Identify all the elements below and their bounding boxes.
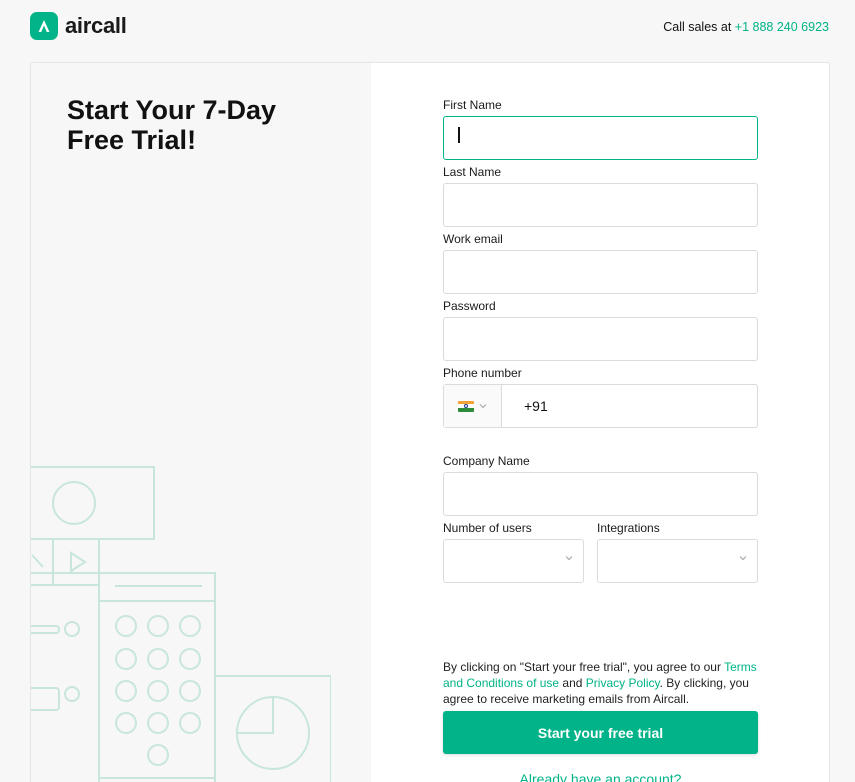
aircall-logo[interactable]: aircall [30, 12, 127, 40]
phone-input-group [443, 384, 758, 428]
legal-notice: By clicking on "Start your free trial", … [443, 659, 758, 707]
phone-label: Phone number [443, 366, 522, 380]
country-code-select[interactable] [444, 385, 502, 427]
hero-panel: Start Your 7-Day Free Trial! [31, 63, 371, 782]
integrations-label: Integrations [597, 521, 660, 535]
number-of-users-label: Number of users [443, 521, 532, 535]
page-title: Start Your 7-Day Free Trial! [67, 95, 277, 155]
first-name-label: First Name [443, 98, 502, 112]
work-email-input[interactable] [443, 250, 758, 294]
call-sales-label: Call sales at [663, 20, 732, 34]
legal-and: and [559, 676, 586, 690]
phone-field: Phone number [443, 367, 758, 428]
start-trial-button[interactable]: Start your free trial [443, 711, 758, 754]
integrations-select[interactable] [597, 539, 758, 583]
first-name-input[interactable] [443, 116, 758, 160]
password-input[interactable] [443, 317, 758, 361]
top-bar: aircall Call sales at +1 888 240 6923 [0, 0, 855, 56]
phone-number-input[interactable] [502, 385, 757, 427]
first-name-field: First Name [443, 99, 758, 160]
text-cursor [458, 127, 460, 143]
integrations-field: Integrations [597, 522, 758, 583]
privacy-link[interactable]: Privacy Policy [586, 676, 660, 690]
last-name-field: Last Name [443, 166, 758, 227]
sales-phone-link[interactable]: +1 888 240 6923 [735, 20, 829, 34]
company-name-field: Company Name [443, 455, 758, 516]
last-name-input[interactable] [443, 183, 758, 227]
chevron-down-icon [479, 404, 487, 409]
aircall-logo-icon [30, 12, 58, 40]
phone-illustration [31, 466, 331, 782]
work-email-label: Work email [443, 232, 503, 246]
password-label: Password [443, 299, 496, 313]
chevron-down-icon [739, 556, 747, 561]
india-flag-icon [458, 400, 474, 412]
work-email-field: Work email [443, 233, 758, 294]
company-name-input[interactable] [443, 472, 758, 516]
last-name-label: Last Name [443, 165, 502, 179]
call-sales: Call sales at +1 888 240 6923 [663, 20, 829, 34]
number-of-users-select[interactable] [443, 539, 584, 583]
login-link[interactable]: Already have an account? [443, 771, 758, 782]
password-field: Password [443, 300, 758, 361]
signup-card: Start Your 7-Day Free Trial! First Name … [30, 62, 830, 782]
legal-prefix: By clicking on "Start your free trial", … [443, 660, 725, 674]
company-name-label: Company Name [443, 454, 530, 468]
logo-wordmark: aircall [65, 13, 127, 38]
number-of-users-field: Number of users [443, 522, 584, 583]
chevron-down-icon [565, 556, 573, 561]
